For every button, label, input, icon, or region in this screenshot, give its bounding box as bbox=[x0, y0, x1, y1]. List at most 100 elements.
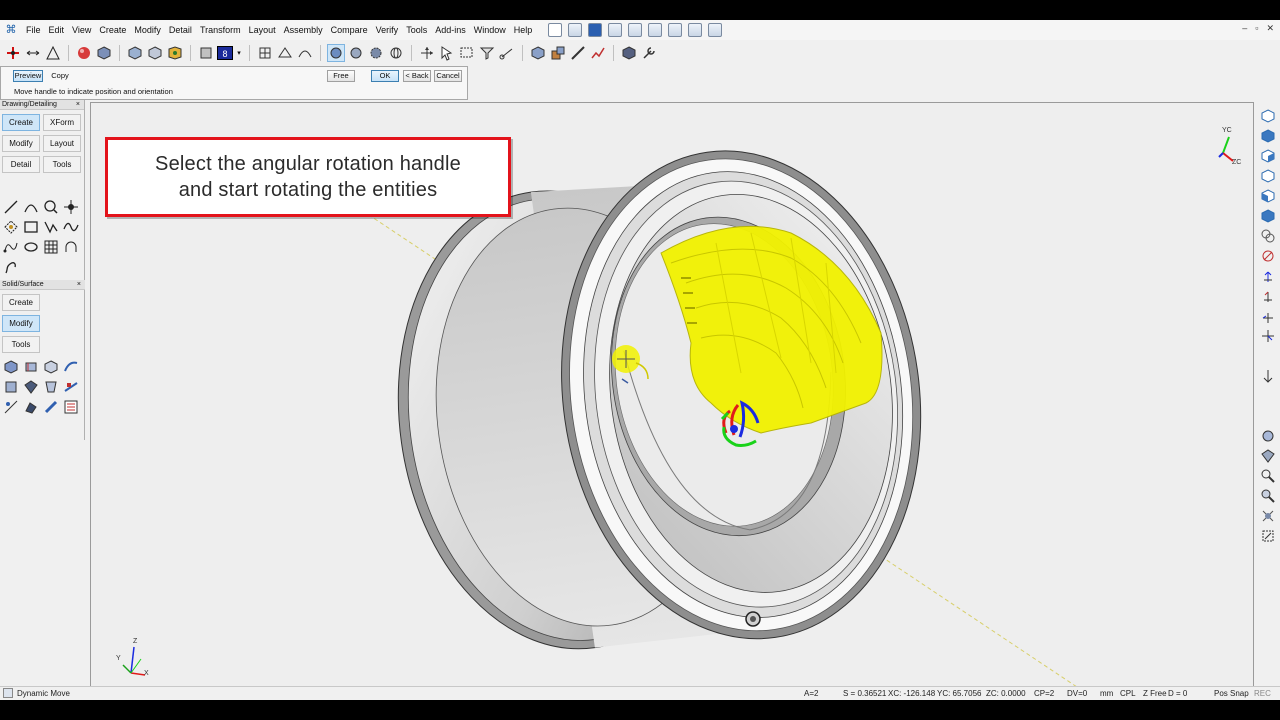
curve-fit-tool-icon[interactable] bbox=[3, 239, 19, 255]
cancel-button[interactable]: Cancel bbox=[434, 70, 462, 82]
unzoom-icon[interactable] bbox=[1260, 528, 1276, 544]
move-entity-icon[interactable] bbox=[418, 44, 436, 62]
sphere-wire-icon[interactable] bbox=[387, 44, 405, 62]
close-button[interactable]: ✕ bbox=[1266, 23, 1274, 34]
blend-icon[interactable] bbox=[3, 379, 19, 395]
dimension-icon[interactable] bbox=[24, 44, 42, 62]
measure-icon[interactable] bbox=[569, 44, 587, 62]
menu-help[interactable]: Help bbox=[510, 25, 537, 35]
status-dv[interactable]: DV=0 bbox=[1067, 689, 1087, 698]
zoom-out-icon[interactable] bbox=[1260, 488, 1276, 504]
extrude-icon[interactable] bbox=[3, 359, 19, 375]
circle-tool-icon[interactable] bbox=[43, 199, 59, 215]
boolean-icon[interactable] bbox=[3, 399, 19, 415]
cplane-side-icon[interactable] bbox=[1260, 308, 1276, 324]
draft-icon[interactable] bbox=[43, 379, 59, 395]
chevron-down-icon[interactable]: ▾ bbox=[235, 44, 243, 62]
free-button[interactable]: Free bbox=[327, 70, 355, 82]
paste-icon[interactable] bbox=[688, 23, 703, 37]
menu-assembly[interactable]: Assembly bbox=[280, 25, 327, 35]
view-iso-icon[interactable] bbox=[146, 44, 164, 62]
drawing-tools-button[interactable]: Tools bbox=[43, 156, 81, 173]
trim-solid-icon[interactable] bbox=[23, 399, 39, 415]
layer-number-field[interactable]: 8 bbox=[217, 46, 233, 60]
cplane-front-icon[interactable] bbox=[1260, 288, 1276, 304]
app-icon[interactable]: ⌘ bbox=[4, 23, 18, 37]
save-icon[interactable] bbox=[588, 23, 603, 37]
chamfer-icon[interactable] bbox=[23, 379, 39, 395]
line-tool-icon[interactable] bbox=[3, 199, 19, 215]
layer-icon[interactable] bbox=[197, 44, 215, 62]
status-units[interactable]: mm bbox=[1100, 689, 1113, 698]
offset-tool-icon[interactable] bbox=[63, 239, 79, 255]
shaded-cube-icon[interactable] bbox=[95, 44, 113, 62]
macro-icon[interactable] bbox=[620, 44, 638, 62]
redo-icon[interactable] bbox=[668, 23, 683, 37]
drawing-detail-button[interactable]: Detail bbox=[2, 156, 40, 173]
view-iso-icon[interactable] bbox=[1260, 228, 1276, 244]
minimize-button[interactable]: ‒ bbox=[1242, 23, 1247, 34]
hatch-tool-icon[interactable] bbox=[43, 239, 59, 255]
hidden-line-icon[interactable] bbox=[347, 44, 365, 62]
status-pos-snap[interactable]: Pos Snap bbox=[1214, 689, 1249, 698]
sweep-icon[interactable] bbox=[63, 359, 79, 375]
menu-addins[interactable]: Add-ins bbox=[431, 25, 470, 35]
view-back-icon[interactable] bbox=[1260, 168, 1276, 184]
arc-tool-icon[interactable] bbox=[23, 199, 39, 215]
solid-modify-button[interactable]: Modify bbox=[2, 315, 40, 332]
menu-file[interactable]: File bbox=[22, 25, 45, 35]
ellipse-tool-icon[interactable] bbox=[23, 239, 39, 255]
cplane-icon[interactable] bbox=[1260, 268, 1276, 284]
open-file-icon[interactable] bbox=[568, 23, 583, 37]
plot-icon[interactable] bbox=[628, 23, 643, 37]
cplane-iso-icon[interactable] bbox=[1260, 328, 1276, 344]
grid-icon[interactable] bbox=[256, 44, 274, 62]
point-tool-icon[interactable] bbox=[63, 199, 79, 215]
thicken-icon[interactable] bbox=[43, 399, 59, 415]
split-icon[interactable] bbox=[63, 379, 79, 395]
new-file-icon[interactable] bbox=[548, 23, 563, 37]
drawing-modify-button[interactable]: Modify bbox=[2, 135, 40, 152]
zoom-window-icon[interactable] bbox=[1260, 448, 1276, 464]
status-depth[interactable]: D = 0 bbox=[1168, 689, 1187, 698]
undo-icon[interactable] bbox=[648, 23, 663, 37]
spline-tool-icon[interactable] bbox=[63, 219, 79, 235]
shaded-view-icon[interactable] bbox=[327, 44, 345, 62]
menu-tools[interactable]: Tools bbox=[402, 25, 431, 35]
menu-transform[interactable]: Transform bbox=[196, 25, 245, 35]
color-palette-icon[interactable] bbox=[166, 44, 184, 62]
copy-button[interactable]: Copy bbox=[47, 70, 73, 82]
restore-button[interactable]: ▫ bbox=[1255, 23, 1258, 34]
assembly-icon[interactable] bbox=[549, 44, 567, 62]
graphics-viewport[interactable]: Z Y X YC ZC Select the angular rotation … bbox=[90, 102, 1254, 700]
polyline-tool-icon[interactable] bbox=[43, 219, 59, 235]
menu-verify[interactable]: Verify bbox=[372, 25, 403, 35]
view-bottom-icon[interactable] bbox=[1260, 208, 1276, 224]
status-attributes[interactable]: A=2 bbox=[804, 689, 818, 698]
status-cp[interactable]: CP=2 bbox=[1034, 689, 1054, 698]
menu-compare[interactable]: Compare bbox=[327, 25, 372, 35]
menu-create[interactable]: Create bbox=[95, 25, 130, 35]
ok-button[interactable]: OK bbox=[371, 70, 399, 82]
sketch-tool-icon[interactable] bbox=[3, 259, 19, 275]
fillet-tool-icon[interactable] bbox=[3, 219, 19, 235]
snap-point-icon[interactable] bbox=[4, 44, 22, 62]
drawing-panel-close-icon[interactable]: × bbox=[76, 100, 80, 110]
cplane-normal-icon[interactable] bbox=[1260, 368, 1276, 384]
curve-tool-icon[interactable] bbox=[296, 44, 314, 62]
view-rotate-icon[interactable] bbox=[1260, 248, 1276, 264]
preview-button[interactable]: Preview bbox=[13, 70, 43, 82]
zoom-in-icon[interactable] bbox=[1260, 468, 1276, 484]
solid-create-button[interactable]: Create bbox=[2, 294, 40, 311]
wrench-icon[interactable] bbox=[640, 44, 658, 62]
menu-window[interactable]: Window bbox=[470, 25, 510, 35]
select-box-icon[interactable] bbox=[458, 44, 476, 62]
select-filter-icon[interactable] bbox=[478, 44, 496, 62]
solid-panel-close-icon[interactable]: × bbox=[77, 280, 81, 290]
feature-tree-icon[interactable] bbox=[63, 399, 79, 415]
part-cube-icon[interactable] bbox=[529, 44, 547, 62]
zoom-fit-icon[interactable] bbox=[1260, 428, 1276, 444]
drawing-create-button[interactable]: Create bbox=[2, 114, 40, 131]
view-front-icon[interactable] bbox=[1260, 128, 1276, 144]
view-left-icon[interactable] bbox=[1260, 188, 1276, 204]
